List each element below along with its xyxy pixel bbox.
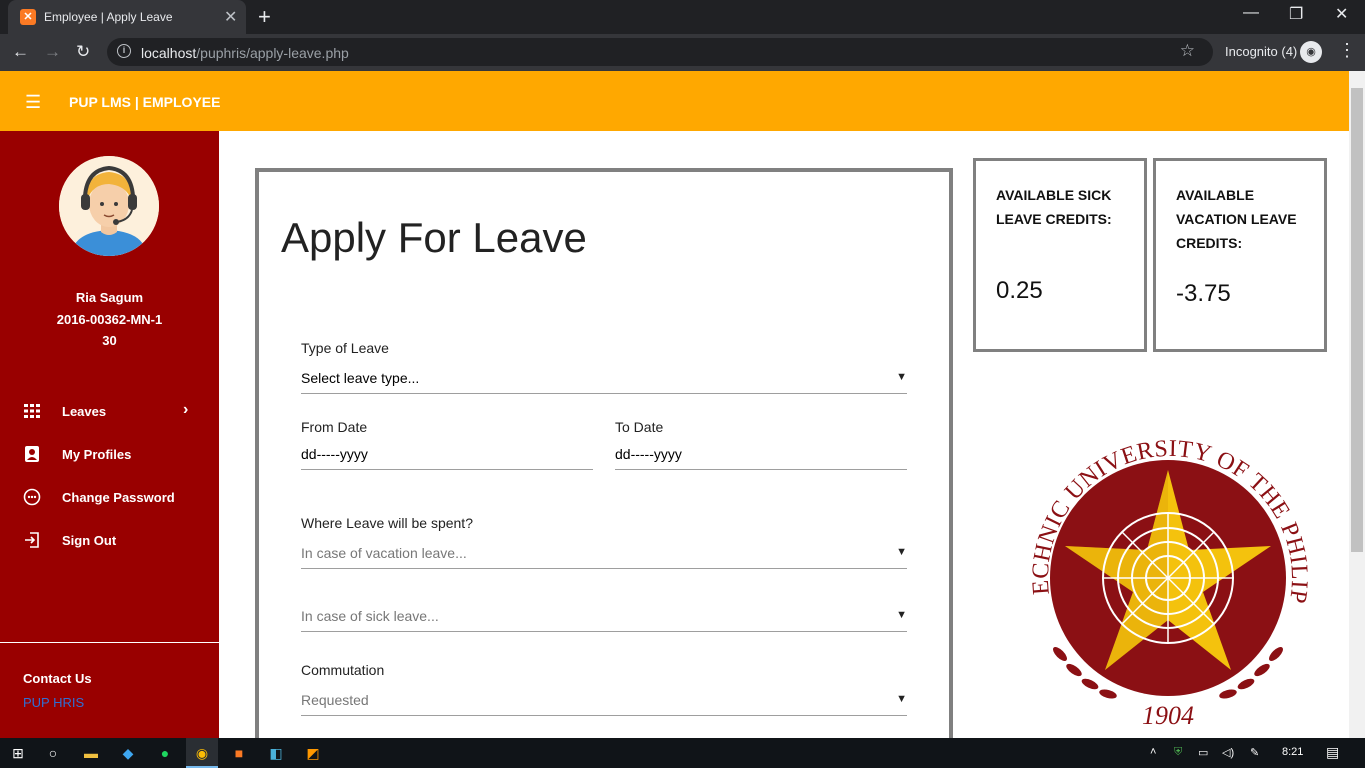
vacation-credits-title: AVAILABLE VACATION LEAVE CREDITS: [1176,187,1297,251]
spotify-icon[interactable]: ● [149,738,181,768]
pup-hris-link[interactable]: PUP HRIS [23,695,84,710]
volume-icon[interactable]: ◁) [1222,746,1234,759]
sidebar: Ria Sagum 2016-00362-MN-1 30 Leaves › My… [0,131,219,738]
user-number: 30 [102,333,117,348]
from-date-label: From Date [301,419,368,435]
from-date-input[interactable]: dd-----yyyy [301,434,593,470]
apply-leave-card: Apply For Leave Type of Leave Select lea… [255,168,953,748]
address-bar[interactable]: i localhost/puphris/apply-leave.php ☆ [107,38,1213,66]
browser-menu-icon[interactable]: ⋮ [1338,40,1356,61]
xampp-icon[interactable]: ■ [223,738,255,768]
sidebar-item-sign-out[interactable]: Sign Out [0,529,219,553]
chevron-right-icon: › [183,401,189,418]
hamburger-menu-icon[interactable]: ☰ [25,92,41,113]
vscode-icon[interactable]: ◆ [112,738,144,768]
brand-title: PUP LMS | EMPLOYEE [69,94,221,110]
chrome-icon[interactable]: ◉ [186,738,218,768]
incognito-label: Incognito (4) [1225,44,1298,59]
to-date-label: To Date [615,419,664,435]
battery-icon[interactable]: ▭ [1198,746,1208,759]
vacation-credits-value: -3.75 [1176,280,1231,307]
user-name: Ria Sagum [75,290,144,305]
sidebar-item-leaves[interactable]: Leaves › [0,400,219,424]
commutation-select[interactable]: Requested ▼ [301,680,907,716]
windows-start-icon[interactable]: ⊞ [2,738,34,768]
windows-taskbar: ⊞ ○ ▬ ◆ ● ◉ ■ ◧ ◩ ˄ ⛨ ▭ ◁) ✎ 8:21 ▤ [0,738,1365,768]
reload-icon[interactable]: ↻ [76,42,90,62]
seal-year: 1904 [1142,701,1194,730]
leave-type-select[interactable]: Select leave type... ▼ [301,358,907,394]
sidebar-item-change-password[interactable]: Change Password [0,486,219,510]
profile-icon [25,446,39,462]
notifications-icon[interactable]: ▤ [1326,744,1339,761]
sick-credits-value: 0.25 [996,277,1043,304]
password-icon [23,488,41,506]
sick-leave-location-select[interactable]: In case of sick leave... ▼ [301,596,907,632]
type-of-leave-label: Type of Leave [301,340,389,356]
xampp-favicon-icon: ✕ [20,9,36,25]
sidebar-item-label: My Profiles [62,447,132,462]
minimize-icon[interactable]: — [1243,4,1259,22]
contact-us-heading: Contact Us [23,671,92,686]
sidebar-item-label: Leaves [62,404,107,419]
dropdown-arrow-icon: ▼ [896,371,907,383]
user-avatar [59,156,159,256]
app-header: ☰ PUP LMS | EMPLOYEE [0,71,1349,131]
browser-tab-bar: ✕ Employee | Apply Leave ✕ + — ❐ ✕ [0,0,1365,34]
bookmark-star-icon[interactable]: ☆ [1180,41,1195,61]
scrollbar-thumb[interactable] [1351,88,1363,552]
commutation-label: Commutation [301,662,385,678]
tab-close-icon[interactable]: ✕ [224,7,237,27]
sidebar-divider [0,642,219,643]
sidebar-item-my-profiles[interactable]: My Profiles [0,443,219,467]
browser-toolbar: ← → ↻ i localhost/puphris/apply-leave.ph… [0,34,1365,71]
page-title: Apply For Leave [281,214,587,261]
url-text: localhost/puphris/apply-leave.php [141,45,349,61]
security-shield-icon[interactable]: ⛨ [1174,746,1182,759]
forward-icon[interactable]: → [44,42,61,62]
grid-icon [24,404,40,418]
tab-title: Employee | Apply Leave [44,10,173,24]
clock[interactable]: 8:21 [1282,746,1303,758]
restore-icon[interactable]: ❐ [1289,4,1303,24]
pup-seal-logo: POLYTECHNIC UNIVERSITY OF THE PHILIPPINE… [1022,432,1312,730]
to-date-input[interactable]: dd-----yyyy [615,434,907,470]
pen-icon[interactable]: ✎ [1250,746,1259,759]
sidebar-item-label: Change Password [62,490,175,505]
mysql-workbench-icon[interactable]: ◧ [260,738,292,768]
sublime-text-icon[interactable]: ◩ [297,738,329,768]
back-icon[interactable]: ← [12,42,29,62]
vacation-leave-location-select[interactable]: In case of vacation leave... ▼ [301,533,907,569]
sick-credits-title: AVAILABLE SICK LEAVE CREDITS: [996,187,1112,227]
window-close-icon[interactable]: ✕ [1335,4,1348,24]
site-info-icon[interactable]: i [117,44,131,58]
browser-tab[interactable]: ✕ Employee | Apply Leave ✕ [8,0,246,34]
file-explorer-icon[interactable]: ▬ [75,738,107,768]
tray-chevron-icon[interactable]: ˄ [1150,746,1156,758]
dropdown-arrow-icon: ▼ [896,546,907,558]
sick-leave-credits-card: AVAILABLE SICK LEAVE CREDITS: 0.25 [973,158,1147,352]
sidebar-item-label: Sign Out [62,533,117,548]
new-tab-icon[interactable]: + [258,4,271,30]
dropdown-arrow-icon: ▼ [896,693,907,705]
vacation-leave-credits-card: AVAILABLE VACATION LEAVE CREDITS: -3.75 [1153,158,1327,352]
where-leave-spent-label: Where Leave will be spent? [301,515,473,531]
dropdown-arrow-icon: ▼ [896,609,907,621]
sign-out-icon [25,532,39,548]
search-icon[interactable]: ○ [37,738,69,768]
user-id: 2016-00362-MN-1 [56,312,163,327]
incognito-icon[interactable]: ◉ [1300,41,1322,63]
